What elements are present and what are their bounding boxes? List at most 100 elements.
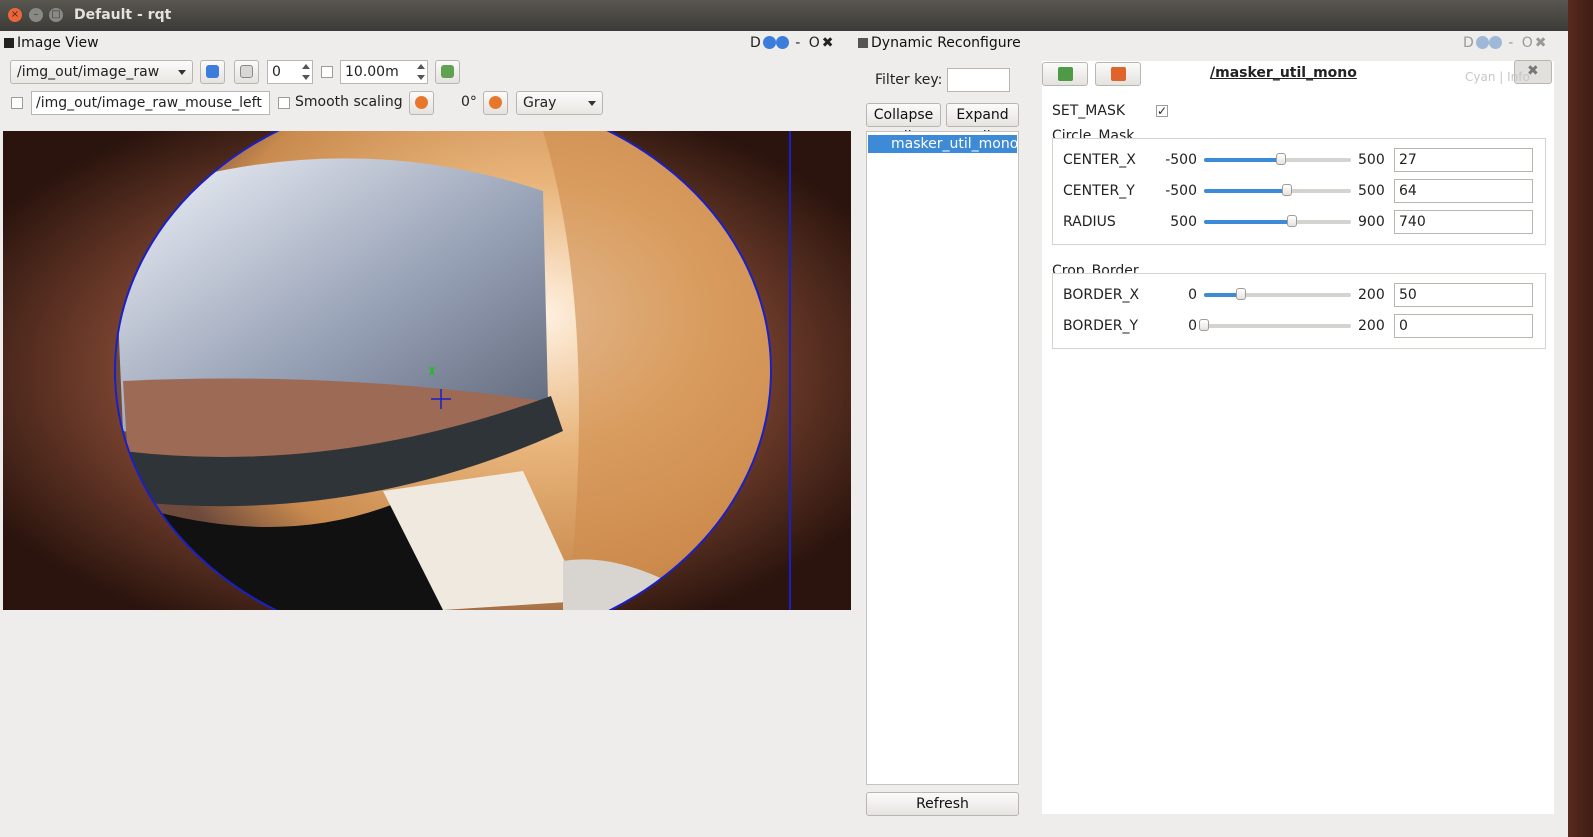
fisheye-camera-image <box>3 131 851 610</box>
dock-close-button[interactable]: ✖ <box>1535 35 1549 51</box>
param-value-input[interactable]: 50 <box>1394 283 1533 307</box>
faded-overlay-label: Cyan | Info <box>1465 70 1530 84</box>
reload-icon[interactable] <box>1475 36 1489 49</box>
image-view-icon <box>4 38 14 48</box>
param-name: BORDER_X <box>1063 287 1140 303</box>
topic-combo[interactable]: /img_out/image_raw <box>10 60 193 84</box>
camera-image-display[interactable] <box>3 131 851 610</box>
spin-up-icon[interactable] <box>302 64 310 69</box>
dock-minimize-button[interactable]: - <box>1508 35 1515 51</box>
param-name: RADIUS <box>1063 214 1116 230</box>
group-box: BORDER_X 0 200 50 BORDER_Y 0 200 0 <box>1052 273 1546 349</box>
chevron-down-icon <box>178 70 186 75</box>
spin-down-icon[interactable] <box>417 75 425 80</box>
dock-float-button[interactable]: O <box>1522 35 1535 51</box>
refresh-icon <box>206 65 219 78</box>
download-icon <box>1058 67 1073 81</box>
slider-handle[interactable] <box>1235 288 1246 300</box>
help-icon[interactable] <box>775 36 789 49</box>
save-image-button[interactable] <box>435 60 460 84</box>
param-slider[interactable] <box>1204 215 1351 227</box>
param-slider[interactable] <box>1204 153 1351 165</box>
reload-icon[interactable] <box>762 36 776 49</box>
mouse-topic-field[interactable]: /img_out/image_raw_mouse_left <box>31 91 270 115</box>
spin-up-icon[interactable] <box>417 64 425 69</box>
dock-d-button[interactable]: D <box>750 35 763 51</box>
window-minimize-button[interactable]: – <box>29 8 43 22</box>
slider-handle[interactable] <box>1281 184 1292 196</box>
dynamic-reconfigure-title-text: Dynamic Reconfigure <box>871 35 1021 51</box>
rqt-main-window: Image View D - O✖ /img_out/image_raw 0 1… <box>0 31 1568 837</box>
filter-key-input[interactable] <box>947 68 1010 92</box>
zoom-button[interactable] <box>234 60 259 84</box>
param-max: 500 <box>1358 152 1385 168</box>
mouse-publish-checkbox[interactable] <box>11 97 23 109</box>
image-save-icon <box>441 65 454 78</box>
param-slider[interactable] <box>1199 319 1351 331</box>
color-scheme-combo[interactable]: Gray <box>516 91 603 115</box>
param-max: 500 <box>1358 183 1385 199</box>
smooth-scaling-checkbox[interactable] <box>278 97 290 109</box>
rotation-label: 0° <box>461 94 477 110</box>
window-close-button[interactable]: × <box>8 8 22 22</box>
param-min: 0 <box>1188 287 1197 303</box>
dock-minimize-button[interactable]: - <box>795 35 802 51</box>
window-maximize-button[interactable]: □ <box>49 8 63 22</box>
collapse-all-button[interactable]: Collapse all <box>866 103 941 145</box>
param-value-input[interactable]: 740 <box>1394 210 1533 234</box>
expand-all-button[interactable]: Expand all <box>946 103 1019 145</box>
window-titlebar: × – □ Default - rqt <box>0 0 1568 31</box>
node-title: /masker_util_mono <box>1210 65 1357 81</box>
slider-handle[interactable] <box>1276 153 1287 165</box>
param-value-input[interactable]: 64 <box>1394 179 1533 203</box>
param-name: BORDER_Y <box>1063 318 1139 334</box>
slider-fill <box>1204 189 1287 193</box>
tree-item-masker-util-mono[interactable]: masker_util_mono <box>868 135 1018 153</box>
param-name: CENTER_Y <box>1063 183 1135 199</box>
slider-handle[interactable] <box>1287 215 1298 227</box>
node-tree[interactable]: masker_util_mono <box>866 131 1019 785</box>
param-min: -500 <box>1165 152 1197 168</box>
save-params-button[interactable] <box>1095 62 1141 86</box>
node-parameters-panel: /masker_util_mono ✖ SET_MASK ✓ Circle_Ma… <box>1042 60 1554 814</box>
slider-fill <box>1204 220 1293 224</box>
param-value-input[interactable]: 0 <box>1394 314 1533 338</box>
duration-value: 10.00m <box>345 64 399 80</box>
topic-combo-value: /img_out/image_raw <box>17 64 160 80</box>
desktop-background <box>1568 0 1593 837</box>
set-mask-checkbox[interactable]: ✓ <box>1156 105 1168 117</box>
slider-handle[interactable] <box>1199 319 1209 331</box>
param-min: 0 <box>1188 318 1197 334</box>
dock-float-button[interactable]: O <box>809 35 822 51</box>
rotate-right-icon <box>489 96 502 109</box>
param-name: CENTER_X <box>1063 152 1136 168</box>
zoom-icon <box>240 65 253 78</box>
dock-d-button[interactable]: D <box>1463 35 1476 51</box>
image-view-title-text: Image View <box>17 35 99 51</box>
color-scheme-value: Gray <box>523 95 557 111</box>
rotate-left-button[interactable] <box>409 91 434 115</box>
param-value-input[interactable]: 27 <box>1394 148 1533 172</box>
num-gridlines-spinbox[interactable]: 0 <box>267 60 313 84</box>
param-min: -500 <box>1165 183 1197 199</box>
rotate-right-button[interactable] <box>483 91 508 115</box>
param-min: 500 <box>1170 214 1197 230</box>
reconfigure-icon <box>858 38 868 48</box>
image-view-dock-controls: D - O✖ <box>750 35 836 51</box>
refresh-button[interactable]: Refresh <box>866 792 1019 816</box>
spin-down-icon[interactable] <box>302 75 310 80</box>
help-icon[interactable] <box>1488 36 1502 49</box>
load-params-button[interactable] <box>1042 62 1088 86</box>
duration-spinbox[interactable]: 10.00m <box>340 60 428 84</box>
window-title: Default - rqt <box>74 7 172 23</box>
publish-click-checkbox[interactable] <box>321 66 333 78</box>
folder-icon <box>1111 67 1126 81</box>
param-max: 200 <box>1358 287 1385 303</box>
smooth-scaling-label: Smooth scaling <box>295 94 403 110</box>
dock-close-button[interactable]: ✖ <box>822 35 836 51</box>
param-slider[interactable] <box>1204 184 1351 196</box>
param-max: 900 <box>1358 214 1385 230</box>
refresh-topics-button[interactable] <box>200 60 225 84</box>
set-mask-label: SET_MASK <box>1052 103 1126 119</box>
param-slider[interactable] <box>1204 288 1351 300</box>
